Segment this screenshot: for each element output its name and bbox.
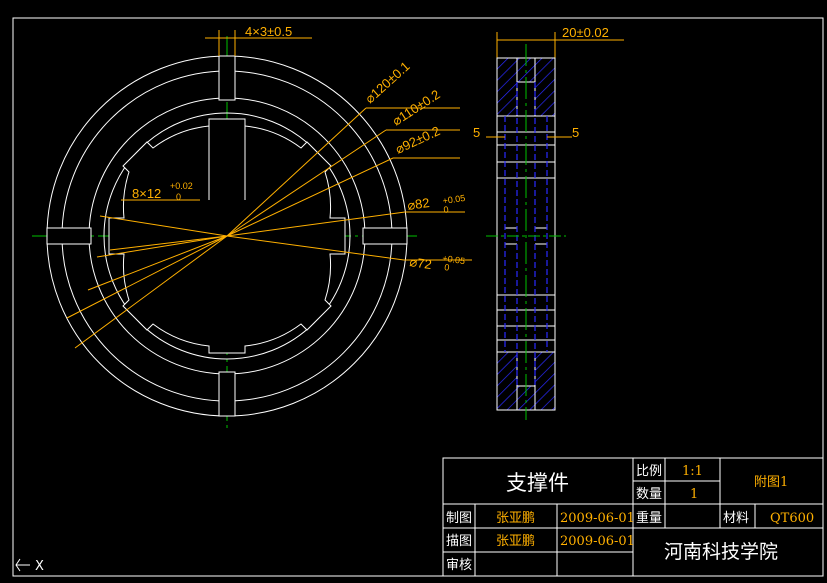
hatch-bottom-right [534,351,556,411]
school-name: 河南科技学院 [664,541,778,563]
scale-label: 比例 [636,464,662,479]
part-name: 支撑件 [506,471,569,495]
side-view: 20±0.02 5 5 [473,25,624,420]
traced-by: 张亚鹏 [496,534,535,549]
cad-drawing: 4×3±0.5 8×12 +0.02 0 ⌀120±0.1 ⌀110±0.2 ⌀… [12,17,824,577]
dia-82-text: ⌀82 [406,195,430,213]
ucs-x-label: X [35,559,44,574]
dia-72-text: ⌀72 [409,254,433,272]
drawn-label: 制图 [446,511,472,526]
hatch-top-left [496,57,518,117]
hatch-bottom-left [496,351,518,411]
scale-value: 1:1 [682,464,703,479]
side-width-text: 20±0.02 [562,25,609,40]
drawn-date: 2009-06-01 [560,511,635,526]
review-label: 审核 [446,558,472,573]
drawing-no: 附图1 [754,475,788,490]
traced-date: 2009-06-01 [560,534,635,549]
traced-label: 描图 [446,534,472,549]
dia-72-tol-lower: 0 [444,262,450,273]
qty-label: 数量 [636,487,662,502]
right-5-text: 5 [572,125,579,140]
dia-120-text: ⌀120±0.1 [362,58,413,106]
ucs-icon [15,558,30,572]
spline-tol-upper: +0.02 [170,181,193,191]
material-label: 材料 [723,511,749,526]
front-view: 4×3±0.5 8×12 +0.02 0 ⌀120±0.1 ⌀110±0.2 ⌀… [32,24,472,428]
spline-dim-text: 8×12 [132,186,161,201]
left-5-text: 5 [473,125,480,140]
hatch-top-right [534,57,556,117]
spline-tol-lower: 0 [176,192,181,202]
drawn-by: 张亚鹏 [496,511,535,526]
material-value: QT600 [770,511,814,526]
weight-label: 重量 [636,510,662,526]
dia-82-tol-lower: 0 [443,204,449,215]
qty-value: 1 [690,487,698,502]
keyway-dim-text: 4×3±0.5 [245,24,292,39]
dia-92-text: ⌀92±0.2 [393,123,442,157]
